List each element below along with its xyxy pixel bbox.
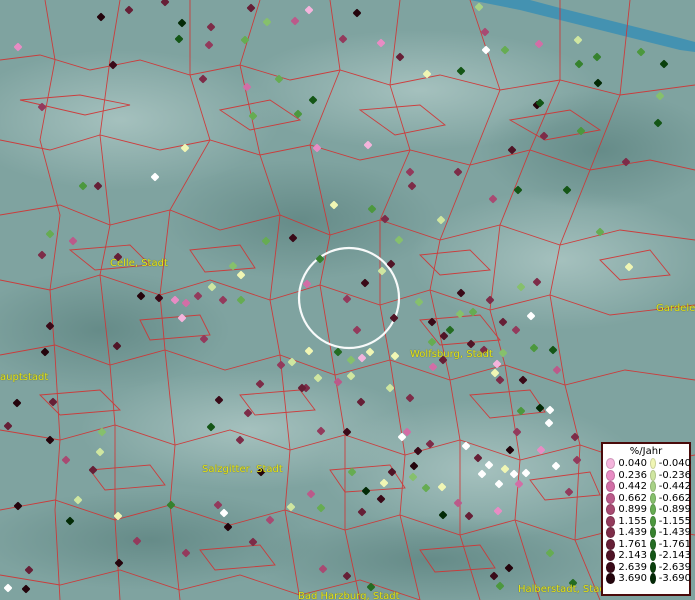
legend-entry-negative: -0.236	[647, 470, 691, 482]
legend-label: 2.143	[618, 550, 647, 561]
city-label-bad-harzburg: Bad Harzburg, Stadt	[298, 591, 400, 600]
legend-entry-negative: -0.899	[647, 504, 691, 516]
legend-entry-negative: -0.040	[647, 458, 691, 470]
legend-entry-positive: 0.442	[603, 481, 647, 493]
legend-row: 0.442 -0.442	[603, 481, 691, 493]
legend-entry-positive: 0.899	[603, 504, 647, 516]
legend-label: 0.442	[618, 481, 647, 492]
legend-row: 1.439 -1.439	[603, 527, 691, 539]
legend-swatch	[606, 492, 616, 504]
legend-label: 2.639	[618, 561, 647, 573]
legend-swatch	[650, 469, 656, 481]
legend-label: 1.439	[618, 527, 647, 538]
legend-swatch	[650, 515, 656, 527]
legend-label: 0.899	[618, 504, 647, 515]
legend-entry-negative: -3.690	[647, 573, 691, 585]
legend-swatch	[606, 561, 616, 573]
legend-entry-positive: 0.040	[603, 458, 647, 470]
legend-label: 3.690	[618, 573, 647, 584]
legend-entry-positive: 0.236	[603, 470, 647, 482]
city-label-halberstadt: Halberstadt, Stadt	[518, 584, 610, 595]
legend-label: -0.236	[658, 469, 691, 481]
legend-swatch	[606, 458, 616, 470]
map-view[interactable]: Celle, Stadt Wolfsburg, Stadt Salzgitter…	[0, 0, 695, 600]
city-label-hauptstadt: auptstadt	[0, 372, 49, 383]
legend-swatch	[650, 573, 656, 585]
legend-row: 3.690 -3.690	[603, 573, 691, 585]
legend-label: -2.143	[658, 550, 691, 561]
legend-swatch	[650, 458, 656, 470]
legend-swatch	[606, 515, 616, 527]
map-legend: %/Jahr 0.040 -0.040 0.236 -0.236 0.442 -0.442…	[601, 442, 691, 596]
legend-entry-negative: -1.439	[647, 527, 691, 539]
legend-rows: 0.040 -0.040 0.236 -0.236 0.442 -0.442 0.662 -0…	[603, 458, 691, 585]
legend-label: 0.040	[618, 458, 647, 469]
legend-row: 0.662 -0.662	[603, 493, 691, 505]
legend-label: 1.155	[618, 515, 647, 527]
legend-entry-positive: 1.439	[603, 527, 647, 539]
legend-swatch	[650, 561, 656, 573]
legend-swatch	[650, 527, 656, 539]
legend-swatch	[606, 573, 616, 585]
legend-label: 0.236	[618, 469, 647, 481]
legend-row: 1.155 -1.155	[603, 516, 691, 528]
legend-swatch	[606, 527, 616, 539]
legend-swatch	[650, 481, 656, 493]
legend-row: 2.639 -2.639	[603, 562, 691, 574]
legend-label: -1.761	[658, 538, 691, 550]
legend-entry-negative: -1.761	[647, 539, 691, 551]
legend-label: -3.690	[658, 573, 691, 584]
legend-label: -1.155	[658, 515, 691, 527]
city-label-wolfsburg: Wolfsburg, Stadt	[410, 349, 493, 360]
legend-entry-negative: -2.639	[647, 562, 691, 574]
legend-swatch	[606, 550, 616, 562]
city-label-celle: Celle, Stadt	[110, 258, 168, 269]
legend-label: 0.662	[618, 492, 647, 504]
legend-entry-positive: 2.143	[603, 550, 647, 562]
legend-entry-negative: -1.155	[647, 516, 691, 528]
legend-label: -0.899	[658, 504, 691, 515]
city-label-salzgitter: Salzgitter, Stadt	[202, 464, 283, 475]
legend-swatch	[650, 550, 656, 562]
legend-entry-positive: 3.690	[603, 573, 647, 585]
legend-entry-positive: 0.662	[603, 493, 647, 505]
legend-row: 0.899 -0.899	[603, 504, 691, 516]
legend-swatch	[606, 538, 616, 550]
map-canvas	[0, 0, 695, 600]
legend-entry-positive: 1.155	[603, 516, 647, 528]
legend-row: 1.761 -1.761	[603, 539, 691, 551]
legend-swatch	[606, 504, 616, 516]
legend-label: -1.439	[658, 527, 691, 538]
legend-label: -0.442	[658, 481, 691, 492]
legend-swatch	[606, 469, 616, 481]
legend-swatch	[650, 504, 656, 516]
legend-entry-positive: 2.639	[603, 562, 647, 574]
legend-label: -0.662	[658, 492, 691, 504]
legend-label: 1.761	[618, 538, 647, 550]
legend-entry-positive: 1.761	[603, 539, 647, 551]
legend-swatch	[650, 492, 656, 504]
legend-label: -2.639	[658, 561, 691, 573]
legend-row: 0.236 -0.236	[603, 470, 691, 482]
legend-swatch	[606, 481, 616, 493]
legend-label: -0.040	[658, 458, 691, 469]
city-label-gardelegen: Gardele	[656, 303, 695, 314]
legend-entry-negative: -0.442	[647, 481, 691, 493]
legend-entry-negative: -2.143	[647, 550, 691, 562]
legend-row: 0.040 -0.040	[603, 458, 691, 470]
legend-title: %/Jahr	[629, 446, 663, 457]
legend-entry-negative: -0.662	[647, 493, 691, 505]
legend-swatch	[650, 538, 656, 550]
legend-row: 2.143 -2.143	[603, 550, 691, 562]
